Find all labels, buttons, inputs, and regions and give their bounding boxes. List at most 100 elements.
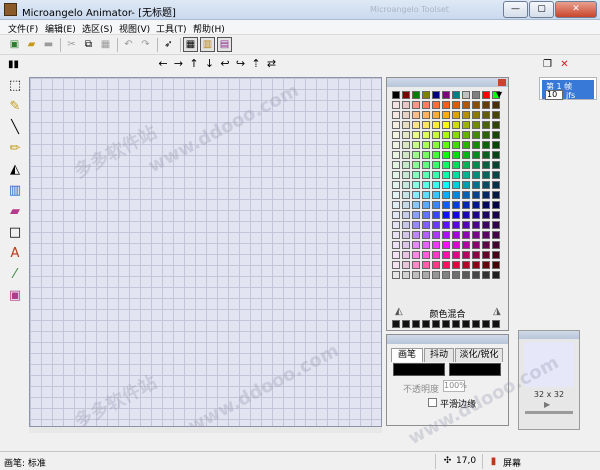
color-swatch[interactable]: [472, 101, 480, 109]
color-swatch[interactable]: [492, 101, 500, 109]
copy-icon[interactable]: ⧉: [81, 37, 96, 52]
color-swatch[interactable]: [462, 131, 470, 139]
color-swatch[interactable]: [412, 171, 420, 179]
color-swatch[interactable]: [412, 211, 420, 219]
color-swatch[interactable]: [452, 181, 460, 189]
color-swatch[interactable]: [492, 121, 500, 129]
color-swatch[interactable]: [432, 241, 440, 249]
color-swatch[interactable]: [402, 191, 410, 199]
color-swatch[interactable]: [432, 221, 440, 229]
color-swatch[interactable]: [472, 211, 480, 219]
color-swatch[interactable]: [452, 151, 460, 159]
color-swatch[interactable]: [422, 161, 430, 169]
color-swatch[interactable]: [392, 91, 400, 99]
color-swatch[interactable]: [452, 101, 460, 109]
color-swatch[interactable]: [452, 161, 460, 169]
color-swatch[interactable]: [392, 141, 400, 149]
color-swatch[interactable]: [422, 111, 430, 119]
color-swatch[interactable]: [392, 131, 400, 139]
custom-color-swatch[interactable]: [452, 320, 460, 328]
color-swatch[interactable]: [452, 261, 460, 269]
color-swatch[interactable]: [482, 151, 490, 159]
color-swatch[interactable]: [472, 221, 480, 229]
brush-icon[interactable]: ▰: [5, 202, 25, 221]
custom-color-swatch[interactable]: [442, 320, 450, 328]
color-swatch[interactable]: [442, 171, 450, 179]
color-swatch[interactable]: [422, 241, 430, 249]
color-swatch[interactable]: [392, 221, 400, 229]
color-swatch[interactable]: [472, 111, 480, 119]
color-swatch[interactable]: [432, 261, 440, 269]
color-swatch[interactable]: [462, 191, 470, 199]
color-swatch[interactable]: [462, 211, 470, 219]
color-swatch[interactable]: [422, 151, 430, 159]
color-swatch[interactable]: [412, 191, 420, 199]
color-swatch[interactable]: [462, 121, 470, 129]
menu-help[interactable]: 帮助(H): [193, 22, 225, 35]
color-swatch[interactable]: [442, 141, 450, 149]
delete-frame-icon[interactable]: ✕: [557, 57, 572, 72]
color-swatch[interactable]: [422, 131, 430, 139]
color-swatch[interactable]: [462, 171, 470, 179]
color-swatch[interactable]: [472, 261, 480, 269]
color-swatch[interactable]: [442, 151, 450, 159]
color-swatch[interactable]: [482, 201, 490, 209]
color-swatch[interactable]: [432, 201, 440, 209]
color-swatch[interactable]: [482, 251, 490, 259]
color-swatch[interactable]: [472, 181, 480, 189]
color-swatch[interactable]: [412, 181, 420, 189]
open-folder-icon[interactable]: ▰: [24, 37, 39, 52]
color-swatch[interactable]: [392, 111, 400, 119]
color-swatch[interactable]: [422, 231, 430, 239]
color-swatch[interactable]: [402, 271, 410, 279]
color-swatch[interactable]: [422, 251, 430, 259]
color-swatch[interactable]: [412, 141, 420, 149]
color-swatch[interactable]: [432, 171, 440, 179]
color-swatch[interactable]: [452, 141, 460, 149]
animation-view-icon[interactable]: ▤: [217, 37, 232, 52]
tab-fade-sharpen[interactable]: 淡化/锐化: [455, 348, 503, 362]
color-swatch[interactable]: [462, 271, 470, 279]
color-swatch[interactable]: [422, 101, 430, 109]
color-swatch[interactable]: [412, 111, 420, 119]
color-swatch[interactable]: [392, 261, 400, 269]
color-swatch[interactable]: [392, 271, 400, 279]
color-swatch[interactable]: [432, 181, 440, 189]
gradient-icon[interactable]: ▥: [5, 181, 25, 200]
color-swatch[interactable]: [492, 171, 500, 179]
color-swatch[interactable]: [472, 131, 480, 139]
color-swatch[interactable]: [412, 251, 420, 259]
palette-dropdown-icon[interactable]: ▼: [496, 90, 502, 99]
color-swatch[interactable]: [442, 191, 450, 199]
color-swatch[interactable]: [482, 241, 490, 249]
color-swatch[interactable]: [442, 121, 450, 129]
color-swatch[interactable]: [492, 111, 500, 119]
minimize-button[interactable]: —: [503, 1, 528, 18]
color-swatch[interactable]: [412, 261, 420, 269]
color-swatch[interactable]: [492, 161, 500, 169]
color-swatch[interactable]: [492, 211, 500, 219]
color-swatch[interactable]: [492, 231, 500, 239]
color-swatch[interactable]: [432, 251, 440, 259]
color-swatch[interactable]: [492, 131, 500, 139]
text-tool-icon[interactable]: A: [5, 244, 25, 263]
color-swatch[interactable]: [462, 101, 470, 109]
color-pair-icon[interactable]: ▮▮: [6, 57, 21, 72]
color-swatch[interactable]: [442, 271, 450, 279]
color-swatch[interactable]: [452, 231, 460, 239]
color-swatch[interactable]: [462, 261, 470, 269]
color-swatch[interactable]: [432, 191, 440, 199]
color-swatch[interactable]: [472, 151, 480, 159]
color-swatch[interactable]: [452, 201, 460, 209]
rotate-left-icon[interactable]: ↩: [219, 57, 231, 70]
color-swatch[interactable]: [422, 191, 430, 199]
color-swatch[interactable]: [422, 211, 430, 219]
color-swatch[interactable]: [402, 101, 410, 109]
color-swatch[interactable]: [442, 91, 450, 99]
marquee-select-icon[interactable]: ⬚: [5, 76, 25, 95]
color-swatch[interactable]: [412, 121, 420, 129]
color-swatch[interactable]: [412, 231, 420, 239]
custom-color-swatch[interactable]: [472, 320, 480, 328]
maximize-button[interactable]: ▢: [529, 1, 554, 18]
color-swatch[interactable]: [462, 201, 470, 209]
